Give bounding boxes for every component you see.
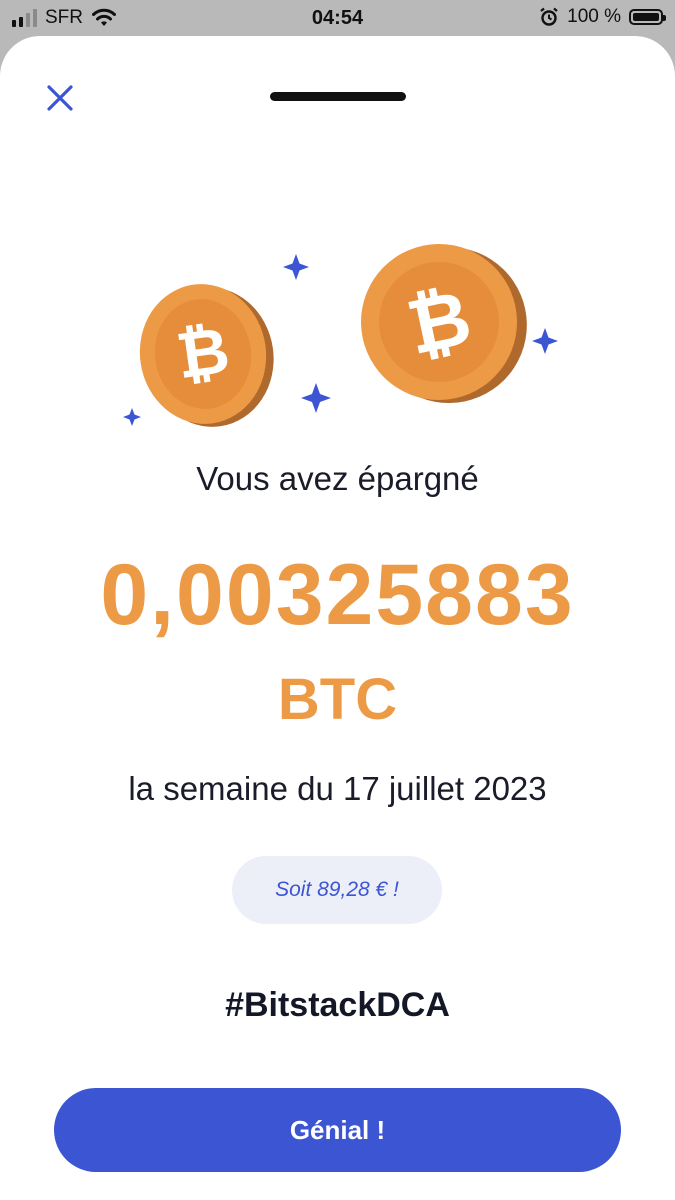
great-button-label: Génial ! (289, 1114, 386, 1145)
svg-text:₿: ₿ (172, 314, 234, 395)
fiat-equivalent-badge: Soit 89,28 € ! (232, 856, 442, 924)
sparkle-icon (532, 328, 558, 354)
hashtag-label: #BitstackDCA (225, 986, 450, 1024)
savings-headline: Vous avez épargné (196, 460, 479, 497)
bitcoin-coin-right: ₿ (361, 244, 527, 404)
status-right: 100 % (539, 6, 666, 28)
currency-label: BTC (277, 667, 398, 732)
btc-amount: 0,00325883 (100, 547, 575, 643)
close-button[interactable] (40, 78, 80, 118)
alarm-icon (540, 7, 558, 26)
battery-icon (629, 9, 666, 25)
battery-fill (633, 13, 659, 21)
status-bar: SFR 04:54 100 % (0, 0, 675, 36)
battery-percent: 100 % (567, 6, 621, 27)
sheet-grabber[interactable] (270, 92, 406, 101)
bitcoin-coin-left: ₿ (139, 284, 274, 427)
reward-sheet: ₿ ₿ Vous avez épargné 0,00325883 BTC la … (0, 36, 675, 1200)
great-button[interactable]: Génial ! (54, 1088, 621, 1172)
sparkle-icon (283, 254, 309, 280)
sparkle-icon (301, 383, 331, 413)
sparkle-icon (123, 408, 141, 426)
fiat-equivalent-text: Soit 89,28 € ! (275, 878, 399, 901)
bitcoin-coins-illustration: ₿ ₿ (123, 244, 558, 427)
period-label: la semaine du 17 juillet 2023 (128, 770, 547, 807)
close-icon (47, 85, 73, 111)
